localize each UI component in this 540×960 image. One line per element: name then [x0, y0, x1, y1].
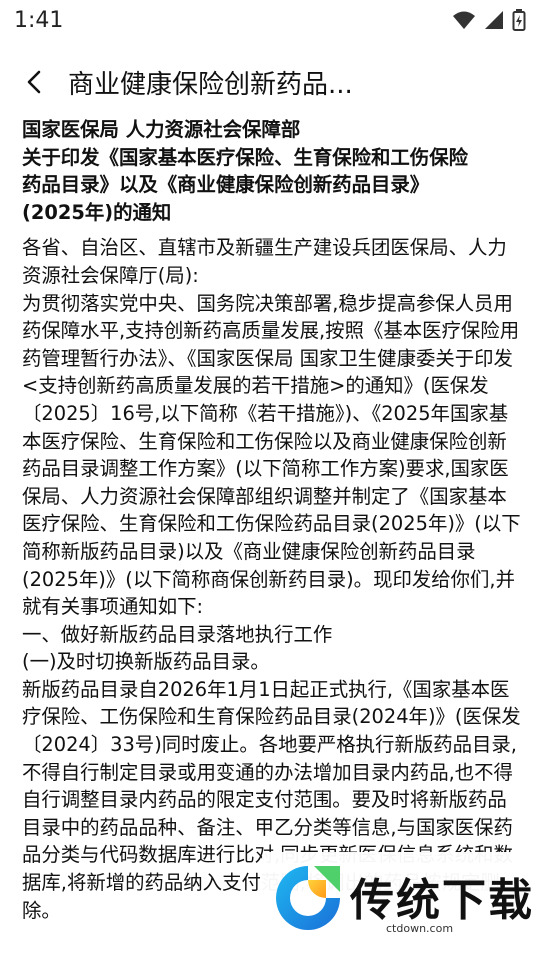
back-button[interactable] [4, 56, 64, 108]
page-title: 商业健康保险创新药品... [68, 69, 353, 100]
status-bar: 1:41 [0, 0, 540, 40]
document-content[interactable]: 国家医保局 人力资源社会保障部 关于印发《国家基本医疗保险、生育保险和工伤保险 … [22, 116, 522, 924]
status-time: 1:41 [14, 7, 64, 33]
heading-line: 药品目录》以及《商业健康保险创新药品目录》 [22, 173, 430, 197]
paragraph-addressee: 各省、自治区、直辖市及新疆生产建设兵团医保局、人力资源社会保障厅(局): [22, 236, 507, 287]
section-heading: 一、做好新版药品目录落地执行工作 [22, 622, 333, 646]
watermark-brand: 传统下载 [350, 875, 534, 926]
site-watermark: 传统下载 ctdown.com [262, 852, 540, 960]
cellular-signal-icon [485, 11, 503, 29]
heading-line: (2025年)的通知 [22, 200, 172, 224]
document-body: 各省、自治区、直辖市及新疆生产建设兵团医保局、人力资源社会保障厅(局): 为贯彻… [22, 234, 522, 924]
status-icons [452, 9, 526, 31]
battery-charging-icon [512, 9, 526, 31]
chevron-left-icon [27, 70, 41, 94]
ctdown-logo-icon [276, 866, 340, 930]
watermark-url: ctdown.com [386, 922, 454, 935]
paragraph-preamble: 为贯彻落实党中央、国务院决策部署,稳步提高参保人员用药保障水平,支持创新药高质量… [22, 291, 521, 619]
document-heading: 国家医保局 人力资源社会保障部 关于印发《国家基本医疗保险、生育保险和工伤保险 … [22, 116, 522, 226]
heading-line: 关于印发《国家基本医疗保险、生育保险和工伤保险 [22, 145, 468, 169]
top-app-bar: 商业健康保险创新药品... [0, 56, 540, 108]
wifi-icon [453, 11, 475, 29]
subsection-heading: (一)及时切换新版药品目录。 [22, 650, 270, 674]
heading-line: 国家医保局 人力资源社会保障部 [22, 118, 301, 141]
